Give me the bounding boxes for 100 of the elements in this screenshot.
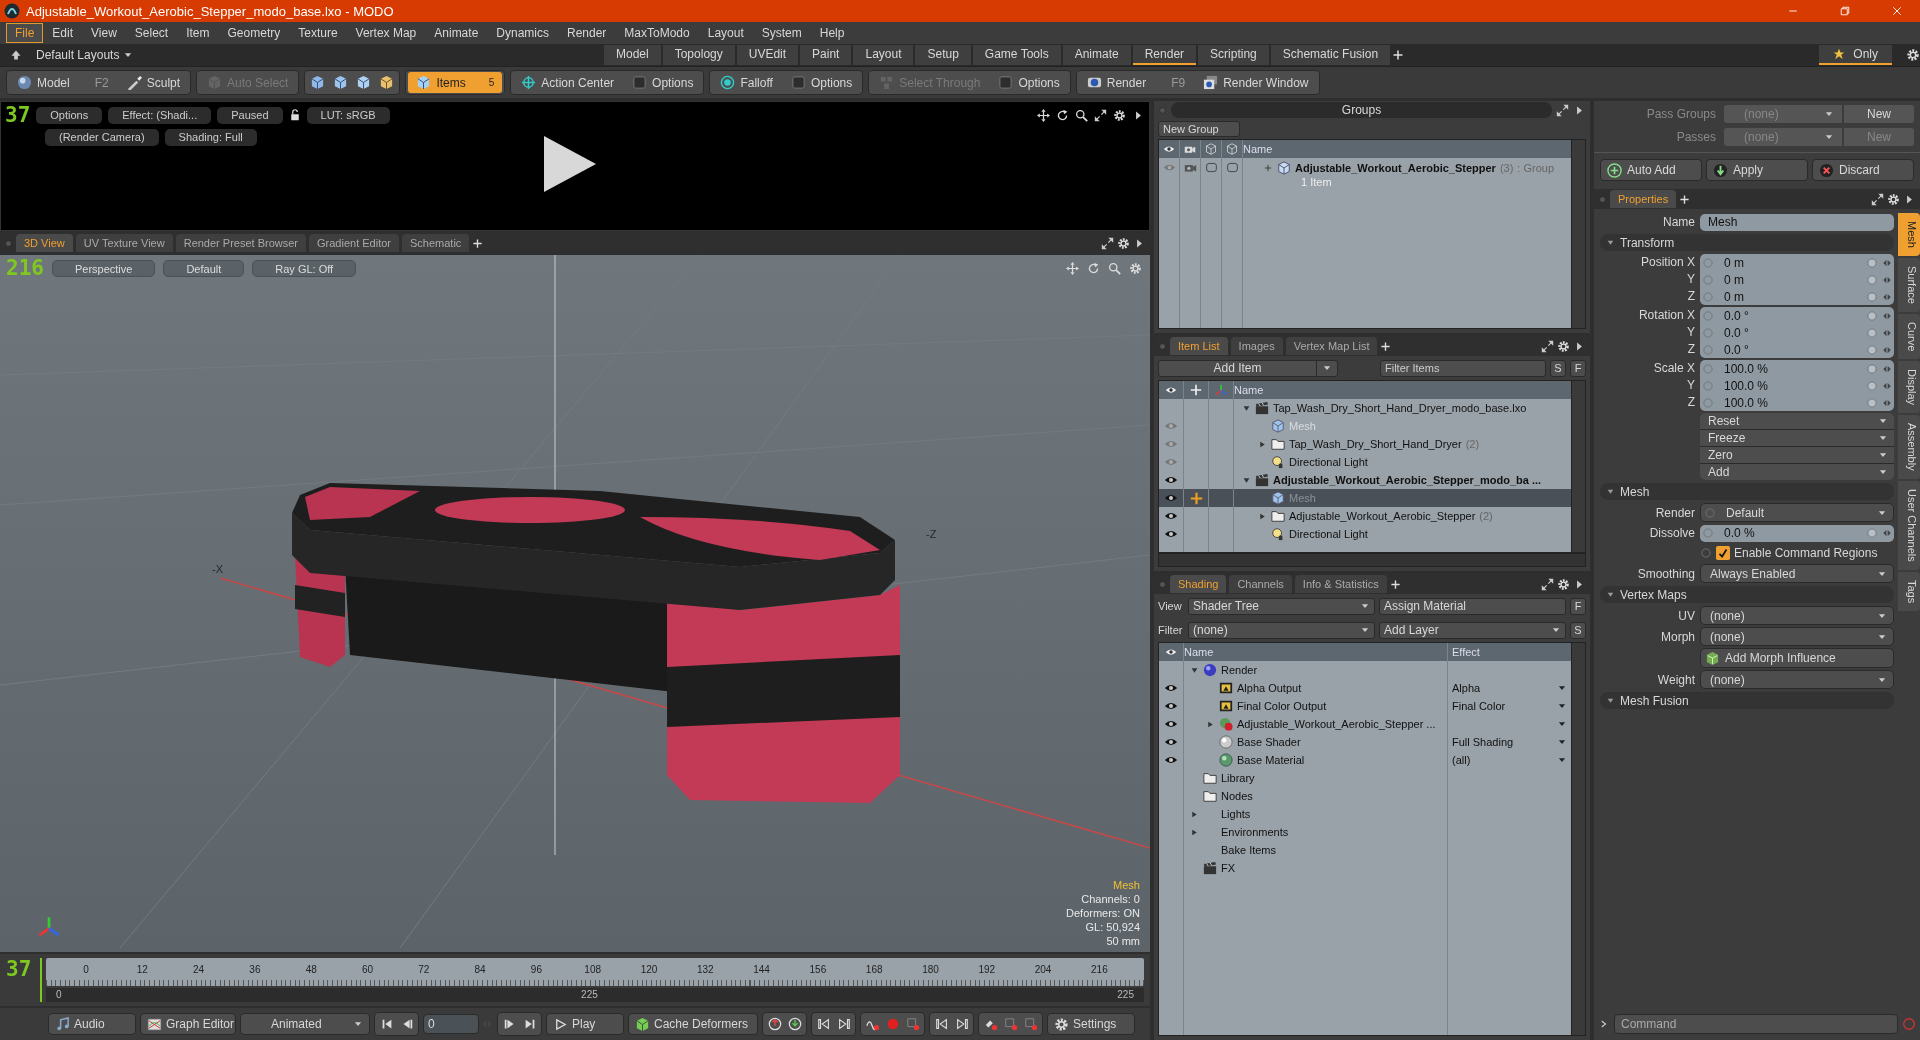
section-header[interactable]: Transform [1600, 234, 1894, 251]
panel-tab[interactable]: Properties [1610, 190, 1677, 208]
action-dropdown[interactable]: Reset [1700, 413, 1894, 429]
layouts-dropdown[interactable]: Default Layouts [36, 48, 134, 62]
toolbar-button[interactable]: Model F2 [9, 72, 117, 93]
zoom-icon[interactable] [1075, 108, 1088, 122]
toolbar-button[interactable]: Falloff [712, 72, 781, 93]
toggle-button[interactable]: S [1550, 359, 1566, 377]
layer-name[interactable]: Lights [1221, 808, 1251, 820]
layer-name[interactable]: Bake Items [1221, 844, 1277, 856]
toggle-icon[interactable] [1225, 161, 1239, 174]
side-tab[interactable]: Mesh [1898, 213, 1920, 256]
side-tab[interactable]: Assembly [1898, 415, 1920, 479]
menu-item[interactable]: View [82, 23, 126, 43]
channel-dot-icon[interactable] [1702, 343, 1714, 356]
toggle-icon[interactable] [1204, 161, 1218, 174]
panel-tab[interactable]: Images [1230, 337, 1283, 355]
maximize-icon[interactable] [1556, 103, 1569, 117]
settings-button[interactable]: Settings [1047, 1013, 1135, 1035]
add-item-dropdown[interactable]: Add Item [1158, 359, 1338, 377]
settings-icon[interactable] [1113, 108, 1126, 122]
layer-name[interactable]: FX [1221, 862, 1236, 874]
key-dot-icon[interactable] [1866, 256, 1878, 269]
viewport-option-button[interactable]: Ray GL: Off [252, 259, 357, 277]
toolbar-button[interactable]: Options [624, 72, 702, 93]
panel-tab[interactable]: Item List [1170, 337, 1228, 355]
command-field[interactable]: Command [1614, 1014, 1898, 1034]
preview-option-button[interactable]: Effect: (Shadi... [108, 106, 212, 124]
layout-tab[interactable]: Paint [800, 45, 852, 65]
number-field[interactable]: 0 m [1700, 271, 1894, 288]
dropdown[interactable]: (none) [1700, 627, 1894, 646]
viewport-tab[interactable]: Schematic [402, 234, 470, 252]
add-morph-button[interactable]: Add Morph Influence [1700, 648, 1894, 668]
toolbar-button[interactable]: Items 5 [408, 72, 503, 93]
view-dropdown[interactable]: Shader Tree [1188, 597, 1375, 615]
layer-name[interactable]: Base Material [1237, 754, 1305, 766]
viewport-tab[interactable]: Gradient Editor [309, 234, 399, 252]
number-field[interactable]: 0.0 ° [1700, 307, 1894, 324]
effect-value[interactable]: Final Color [1452, 700, 1506, 712]
menu-item[interactable]: Dynamics [487, 23, 558, 43]
effect-value[interactable]: Full Shading [1452, 736, 1514, 748]
key-dot-icon[interactable] [1866, 362, 1878, 375]
expand-arrow-icon[interactable] [1190, 809, 1199, 819]
key-dot-icon[interactable] [1866, 379, 1878, 392]
only-button[interactable]: Only [1819, 45, 1892, 65]
layout-tab[interactable]: Layout [853, 45, 914, 65]
key-dot-icon[interactable] [1866, 326, 1878, 339]
graph-editor-button[interactable]: Graph Editor [140, 1013, 236, 1035]
action-dropdown[interactable]: Add [1700, 464, 1894, 480]
audio-button[interactable]: Audio [48, 1013, 136, 1035]
eye-icon[interactable] [1165, 646, 1177, 658]
item-name[interactable]: Adjustable_Workout_Aerobic_Stepper_modo_ba ... [1273, 474, 1542, 486]
action-button[interactable]: Discard [1812, 159, 1914, 181]
new-group-button[interactable]: New Group [1158, 121, 1240, 137]
list-row[interactable]: Tap_Wash_Dry_Short_Hand_Dryer_modo_base.lxo [1159, 399, 1571, 417]
channel-dot-icon[interactable] [1702, 290, 1714, 303]
menu-item[interactable]: Layout [698, 23, 753, 43]
number-field[interactable]: 0 m [1700, 288, 1894, 305]
play-button[interactable]: Play [546, 1013, 624, 1035]
item-name[interactable]: Adjustable_Workout_Aerobic_Stepper [1289, 510, 1476, 522]
layer-name[interactable]: Final Color Output [1237, 700, 1327, 712]
action-dropdown[interactable]: Zero [1700, 447, 1894, 463]
add-layer-dropdown[interactable]: Add Layer [1379, 621, 1566, 639]
layer-name[interactable]: Library [1221, 772, 1255, 784]
number-field[interactable]: 0.0 ° [1700, 341, 1894, 358]
playback-mode-dropdown[interactable]: Animated [240, 1013, 370, 1035]
rotate-icon[interactable] [1056, 108, 1069, 122]
add-tab-icon[interactable] [1392, 49, 1405, 61]
key-dot-icon[interactable] [1866, 290, 1878, 303]
item-name[interactable]: Directional Light [1289, 456, 1368, 468]
toolbar-button[interactable]: Render Window [1195, 72, 1317, 93]
number-field[interactable]: 100.0 % [1700, 360, 1894, 377]
menu-item[interactable]: File [6, 23, 44, 43]
menu-item[interactable]: Animate [425, 23, 488, 43]
number-field[interactable]: 100.0 % [1700, 394, 1894, 411]
settings-icon[interactable] [1557, 577, 1570, 591]
viewport-tab[interactable]: UV Texture View [75, 234, 173, 252]
layer-name[interactable]: Base Shader [1237, 736, 1301, 748]
key-dot-icon[interactable] [1866, 273, 1878, 286]
menu-item[interactable]: Texture [289, 23, 347, 43]
channel-dot-icon[interactable] [1702, 309, 1714, 322]
effect-value[interactable]: Alpha [1452, 682, 1481, 694]
range-bar[interactable]: 0 225 225 [46, 988, 1144, 1002]
eye-icon[interactable] [1165, 384, 1177, 396]
layout-tab[interactable]: Scripting [1198, 45, 1269, 65]
menu-item[interactable]: Render [558, 23, 616, 43]
layer-name[interactable]: Adjustable_Workout_Aerobic_Stepper ... [1237, 718, 1436, 730]
menu-item[interactable]: Help [810, 23, 854, 43]
settings-icon[interactable] [1906, 48, 1920, 62]
spin-arrows-icon[interactable] [1882, 528, 1892, 538]
expand-arrow-icon[interactable] [1258, 439, 1267, 449]
toggle-button[interactable]: F [1570, 597, 1586, 615]
expand-arrow-icon[interactable] [1206, 719, 1215, 729]
layout-tab[interactable]: UVEdit [736, 45, 799, 65]
toggle-button[interactable]: S [1570, 621, 1586, 639]
item-name[interactable]: Tap_Wash_Dry_Short_Hand_Dryer [1289, 438, 1462, 450]
cache-deformers-button[interactable]: Cache Deformers [628, 1013, 758, 1035]
side-tab[interactable]: Curve [1898, 313, 1920, 360]
column-header[interactable]: Name [1184, 646, 1214, 658]
maximize-icon[interactable] [1541, 339, 1554, 353]
